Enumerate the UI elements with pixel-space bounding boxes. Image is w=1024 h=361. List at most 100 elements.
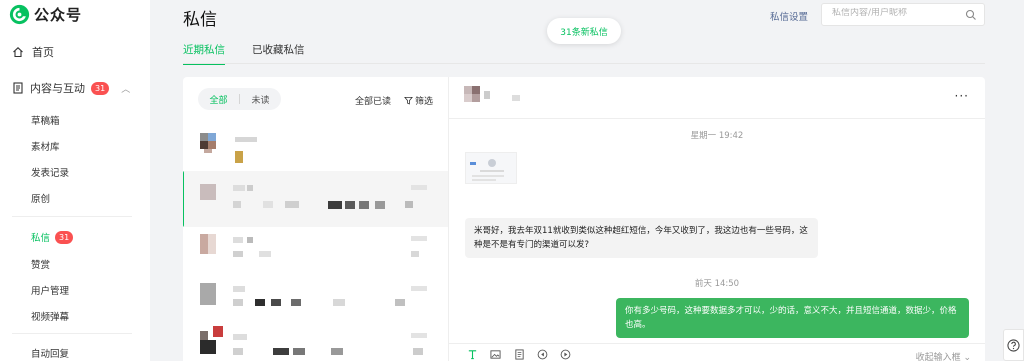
- chat-panel: ··· 星期一 19:42 米哥好，我去年双11就收到类似这种超红短信，今年又收…: [449, 77, 985, 361]
- avatar: [200, 141, 208, 149]
- chat-header: ···: [449, 77, 985, 119]
- message-preview: [411, 251, 419, 257]
- filter-button[interactable]: 筛选: [404, 94, 433, 107]
- conversation-item[interactable]: [183, 121, 448, 177]
- contact-name: [233, 286, 245, 292]
- page-title: 私信: [183, 10, 217, 30]
- chevron-up-icon[interactable]: ︿: [121, 82, 130, 95]
- message-preview: [233, 251, 243, 257]
- message-preview: [293, 348, 305, 355]
- conversation-item[interactable]: [183, 171, 448, 227]
- message-preview: [233, 348, 243, 355]
- image-icon[interactable]: [490, 349, 501, 360]
- audio-icon[interactable]: [537, 349, 548, 360]
- message-preview: [255, 299, 265, 306]
- contact-name: [233, 334, 247, 340]
- sidebar-item-auto-reply[interactable]: 自动回复: [31, 346, 69, 360]
- mark-all-read-button[interactable]: 全部已读: [355, 94, 391, 107]
- article-icon[interactable]: [514, 349, 525, 360]
- nav-home-label: 首页: [32, 46, 54, 59]
- avatar: [200, 331, 208, 340]
- filter-unread[interactable]: 未读: [240, 93, 281, 106]
- message-preview: [413, 348, 423, 355]
- message-preview: [328, 201, 342, 209]
- message-time: [411, 236, 427, 241]
- image-content: [480, 170, 504, 172]
- video-icon[interactable]: [560, 349, 571, 360]
- message-preview: [331, 348, 343, 355]
- message-preview: [345, 201, 355, 209]
- collapse-input-button[interactable]: 收起输入框 ⌄: [916, 350, 971, 361]
- image-content: [470, 162, 476, 165]
- sidebar-item-rewards[interactable]: 赞赏: [31, 257, 50, 271]
- sidebar-item-private-messages[interactable]: 私信 31: [31, 230, 74, 244]
- sidebar: 公众号 首页 内容与互动 31 ︿ 草稿箱 素材库 发表记录 原创 私信 31 …: [0, 0, 150, 361]
- tab-saved-messages[interactable]: 已收藏私信: [252, 42, 305, 65]
- message-preview: [233, 201, 241, 208]
- message-preview: [359, 201, 369, 209]
- contact-avatar: [464, 86, 472, 94]
- image-content: [472, 175, 504, 177]
- help-button[interactable]: [1003, 329, 1024, 361]
- more-options-icon[interactable]: ···: [955, 89, 969, 103]
- message-preview: [271, 299, 281, 306]
- sidebar-item-user-management[interactable]: 用户管理: [31, 283, 69, 297]
- message-preview: [333, 299, 345, 306]
- sidebar-item-video-danmaku[interactable]: 视频弹幕: [31, 309, 69, 323]
- new-messages-pill[interactable]: 31条新私信: [547, 18, 621, 44]
- input-toolbar: 收起输入框 ⌄: [449, 343, 985, 361]
- sidebar-divider: [12, 333, 132, 334]
- image-content: [488, 159, 496, 167]
- sidebar-item-drafts[interactable]: 草稿箱: [31, 113, 60, 127]
- conversation-item[interactable]: [183, 323, 448, 361]
- nav-home[interactable]: 首页: [12, 44, 54, 60]
- tab-bar: 近期私信 已收藏私信: [183, 42, 305, 65]
- message-preview: [259, 251, 271, 257]
- message-preview: [263, 201, 273, 208]
- sidebar-item-materials[interactable]: 素材库: [31, 139, 60, 153]
- content-badge: 31: [91, 81, 110, 95]
- help-icon: [1007, 338, 1020, 352]
- message-settings-link[interactable]: 私信设置: [770, 9, 808, 23]
- message-time: [411, 333, 427, 338]
- avatar: [208, 141, 216, 149]
- avatar: [204, 149, 212, 153]
- avatar: [200, 340, 216, 354]
- avatar: [200, 283, 216, 305]
- text-format-icon[interactable]: [467, 349, 478, 360]
- avatar: [200, 133, 208, 141]
- logo[interactable]: 公众号: [9, 4, 82, 25]
- conversation-item[interactable]: [183, 227, 448, 283]
- contact-name: [233, 185, 245, 191]
- sidebar-item-original[interactable]: 原创: [31, 191, 50, 205]
- home-icon: [13, 47, 23, 58]
- image-message[interactable]: [465, 152, 517, 184]
- filter-all[interactable]: 全部: [198, 93, 239, 106]
- contact-name: [235, 137, 257, 142]
- outgoing-message: 你有多少号码，这种要数据多才可以，少的话，意义不大，并且短信通道，数据少，价格也…: [616, 298, 969, 338]
- message-preview: [291, 299, 301, 306]
- avatar: [208, 234, 216, 254]
- contact-avatar: [464, 94, 472, 102]
- conversation-list: 全部 未读 全部已读 筛选: [183, 77, 449, 361]
- collapse-input-label: 收起输入框: [915, 353, 961, 361]
- nav-content-interaction[interactable]: 内容与互动 31 ︿: [12, 80, 130, 96]
- message-preview: [375, 201, 385, 209]
- tabs-divider: [183, 63, 985, 64]
- wechat-official-logo-icon: [9, 4, 30, 25]
- message-preview: [273, 348, 289, 355]
- tab-recent-messages[interactable]: 近期私信: [183, 42, 225, 65]
- sidebar-item-publish-records[interactable]: 发表记录: [31, 165, 69, 179]
- contact-name: [247, 185, 253, 191]
- sidebar-divider: [12, 216, 132, 217]
- search-icon[interactable]: [965, 9, 977, 21]
- contact-name: [247, 237, 253, 243]
- search-input[interactable]: [832, 8, 962, 18]
- message-preview: [233, 299, 243, 306]
- chevron-down-icon: ⌄: [963, 353, 971, 361]
- avatar: [200, 234, 208, 254]
- search-box: [821, 3, 985, 26]
- document-icon: [13, 82, 23, 94]
- message-time: [411, 286, 427, 291]
- contact-avatar: [472, 94, 480, 102]
